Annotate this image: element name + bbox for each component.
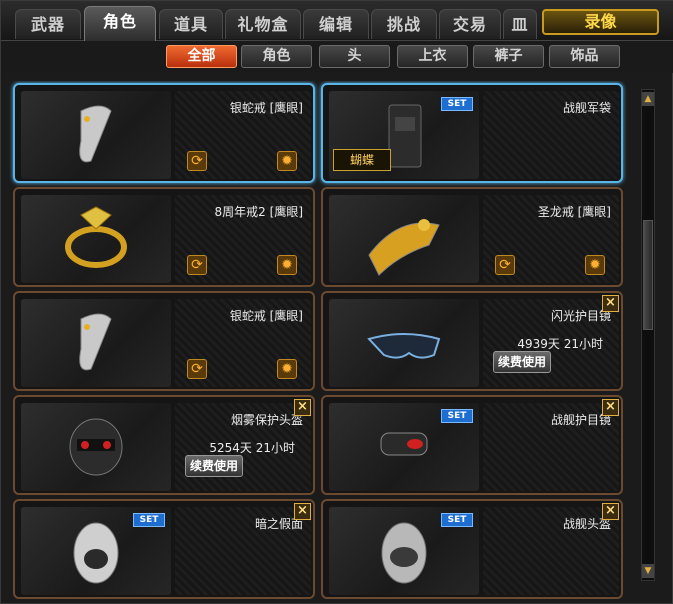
close-icon[interactable]: ×: [602, 503, 619, 520]
time-remaining: 5254天 21小时: [209, 441, 295, 455]
refresh-icon[interactable]: ⟳: [187, 255, 207, 275]
item-image: [329, 195, 479, 283]
scrollbar[interactable]: ▲ ▼: [641, 89, 655, 581]
item-info: 战舰护目镜: [483, 403, 619, 491]
dragon-ring-image: [368, 219, 440, 276]
item-card[interactable]: 烟雾保护头盔 5254天 21小时 续费使用 ×: [13, 395, 315, 495]
helmet-image: [69, 418, 123, 476]
goggles-image: [367, 333, 441, 359]
tab-weapons[interactable]: 武器: [15, 9, 81, 39]
item-info: 烟雾保护头盔 5254天 21小时: [175, 403, 311, 491]
renew-button[interactable]: 续费使用: [493, 351, 551, 373]
filter-top[interactable]: 上衣: [397, 45, 468, 68]
time-remaining: 4939天 21小时: [517, 337, 603, 351]
set-badge: SET: [441, 409, 473, 423]
close-icon[interactable]: ×: [294, 503, 311, 520]
item-card[interactable]: 银蛇戒 [鹰眼] ⟳ ✹: [13, 291, 315, 391]
item-name: 圣龙戒 [鹰眼]: [537, 205, 611, 219]
tab-edit[interactable]: 编辑: [303, 9, 369, 39]
refresh-icon[interactable]: ⟳: [187, 151, 207, 171]
item-name: 烟雾保护头盔: [230, 413, 303, 427]
refresh-icon[interactable]: ⟳: [495, 255, 515, 275]
item-grid: 银蛇戒 [鹰眼] ⟳ ✹ SET 蝴蝶 战舰军袋 8周年戒2 [鹰眼] ⟳ ✹: [9, 81, 633, 601]
item-image: [21, 403, 171, 491]
item-card[interactable]: SET 蝴蝶 战舰军袋: [321, 83, 623, 183]
close-icon[interactable]: ×: [602, 399, 619, 416]
inventory-window: 武器 角色 道具 礼物盒 编辑 挑战 交易 皿 录像 全部 角色 头 上衣 裤子…: [0, 0, 673, 604]
set-badge: SET: [441, 513, 473, 527]
item-name: 银蛇戒 [鹰眼]: [229, 101, 303, 115]
filter-head[interactable]: 头: [319, 45, 390, 68]
item-image: [21, 195, 171, 283]
item-info: 闪光护目镜 4939天 21小时: [483, 299, 619, 387]
item-info: 战舰头盔: [483, 507, 619, 595]
item-card[interactable]: 8周年戒2 [鹰眼] ⟳ ✹: [13, 187, 315, 287]
item-card[interactable]: SET 暗之假面 ×: [13, 499, 315, 599]
filter-accessory[interactable]: 饰品: [549, 45, 620, 68]
item-name: 8周年戒2 [鹰眼]: [214, 205, 303, 219]
item-image: [329, 299, 479, 387]
renew-button[interactable]: 续费使用: [185, 455, 243, 477]
main-tab-bar: 武器 角色 道具 礼物盒 编辑 挑战 交易 皿 录像: [1, 1, 673, 42]
record-button[interactable]: 录像: [542, 9, 659, 35]
item-name: 战舰军袋: [562, 101, 611, 115]
item-card[interactable]: SET 战舰护目镜 ×: [321, 395, 623, 495]
close-icon[interactable]: ×: [602, 295, 619, 312]
tab-items[interactable]: 道具: [159, 9, 223, 39]
tab-challenge[interactable]: 挑战: [371, 9, 437, 39]
gear-icon[interactable]: ✹: [585, 255, 605, 275]
close-icon[interactable]: ×: [294, 399, 311, 416]
item-info: 暗之假面: [175, 507, 311, 595]
tab-more[interactable]: 皿: [503, 9, 537, 39]
scroll-thumb[interactable]: [643, 220, 653, 330]
gear-icon[interactable]: ✹: [277, 255, 297, 275]
arrow-down-icon[interactable]: ▼: [642, 564, 654, 578]
item-name: 银蛇戒 [鹰眼]: [229, 309, 303, 323]
tab-character[interactable]: 角色: [84, 6, 156, 42]
snake-ring-image: [79, 313, 112, 371]
set-badge: SET: [133, 513, 165, 527]
item-tag: 蝴蝶: [333, 149, 391, 171]
item-card[interactable]: 闪光护目镜 4939天 21小时 续费使用 ×: [321, 291, 623, 391]
item-card[interactable]: 圣龙戒 [鹰眼] ⟳ ✹: [321, 187, 623, 287]
filter-all[interactable]: 全部: [166, 45, 237, 68]
tab-trade[interactable]: 交易: [439, 9, 501, 39]
gear-icon[interactable]: ✹: [277, 151, 297, 171]
item-info: 战舰军袋: [483, 91, 619, 179]
arrow-up-icon[interactable]: ▲: [642, 92, 654, 106]
filter-character[interactable]: 角色: [241, 45, 312, 68]
tab-gift-box[interactable]: 礼物盒: [225, 9, 301, 39]
item-image: [21, 299, 171, 387]
filter-bar: 全部 角色 头 上衣 裤子 饰品: [1, 41, 673, 73]
snake-ring-image: [79, 105, 112, 163]
refresh-icon[interactable]: ⟳: [187, 359, 207, 379]
gold-ring-image: [65, 206, 127, 268]
item-card[interactable]: 银蛇戒 [鹰眼] ⟳ ✹: [13, 83, 315, 183]
item-image: [21, 91, 171, 179]
item-card[interactable]: SET 战舰头盔 ×: [321, 499, 623, 599]
filter-pants[interactable]: 裤子: [473, 45, 544, 68]
gear-icon[interactable]: ✹: [277, 359, 297, 379]
set-badge: SET: [441, 97, 473, 111]
